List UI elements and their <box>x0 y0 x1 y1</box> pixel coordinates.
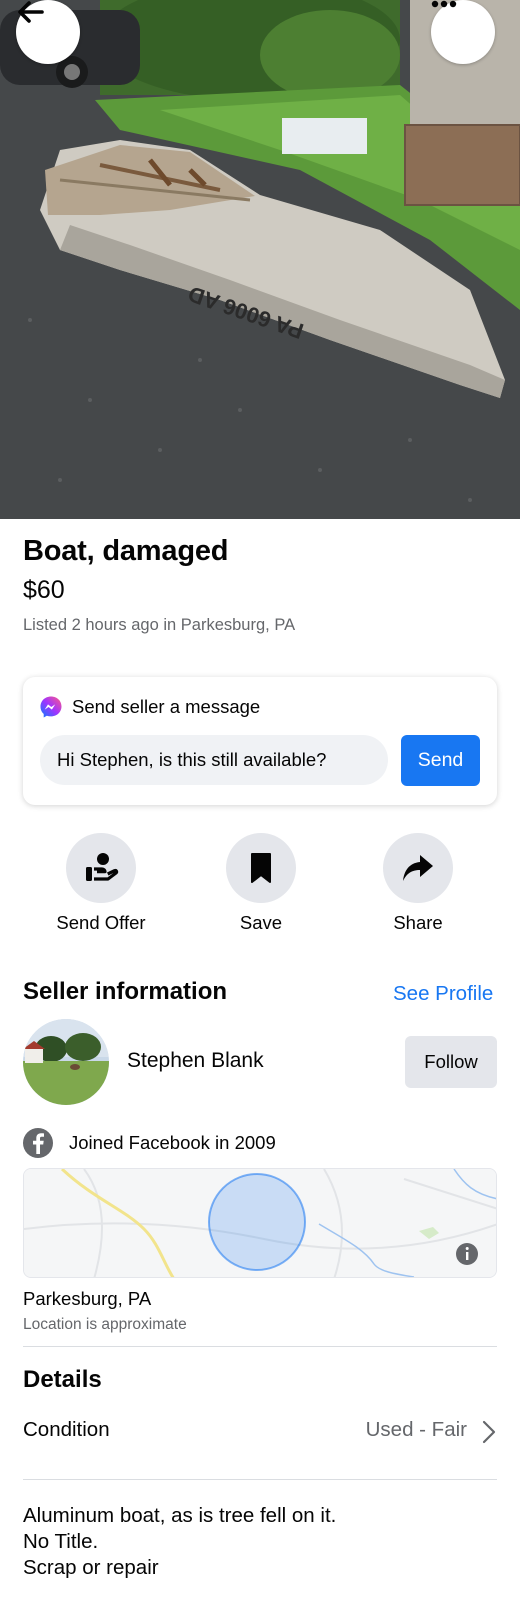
more-options-button[interactable] <box>431 0 495 64</box>
facebook-icon <box>23 1128 53 1158</box>
listed-info: Listed 2 hours ago in Parkesburg, PA <box>23 616 296 634</box>
save-label: Save <box>239 912 283 933</box>
send-button[interactable]: Send <box>401 735 480 786</box>
share-arrow-icon <box>403 855 433 881</box>
offer-hand-icon <box>86 853 119 881</box>
back-button[interactable] <box>16 0 80 64</box>
details-section-title: Details <box>23 1366 102 1393</box>
condition-label: Condition <box>23 1418 110 1441</box>
message-seller-card: Send seller a message Send <box>23 677 497 805</box>
joined-facebook-text: Joined Facebook in 2009 <box>69 1132 276 1153</box>
messenger-icon <box>40 696 62 718</box>
description-line: Aluminum boat, as is tree fell on it. <box>23 1504 337 1527</box>
chevron-right-icon <box>482 1420 496 1444</box>
listing-price: $60 <box>23 576 65 604</box>
send-offer-action[interactable]: Send Offer <box>31 833 171 934</box>
share-button[interactable] <box>383 833 453 903</box>
follow-button[interactable]: Follow <box>405 1036 497 1088</box>
send-offer-label: Send Offer <box>56 912 146 933</box>
condition-row[interactable]: Condition Used - Fair <box>23 1414 497 1450</box>
bookmark-icon <box>251 853 271 883</box>
description-line: No Title. <box>23 1530 99 1553</box>
location-map[interactable] <box>23 1168 497 1278</box>
description-line: Scrap or repair <box>23 1556 159 1579</box>
message-card-header: Send seller a message <box>39 695 260 719</box>
joined-facebook-row: Joined Facebook in 2009 <box>23 1128 276 1158</box>
message-card-heading: Send seller a message <box>72 696 261 717</box>
boat-photo-illustration: PA 6006 AD <box>0 0 520 519</box>
condition-value: Used - Fair <box>365 1418 467 1441</box>
share-action[interactable]: Share <box>348 833 488 934</box>
location-name: Parkesburg, PA <box>23 1288 152 1309</box>
send-offer-button[interactable] <box>66 833 136 903</box>
share-label: Share <box>393 912 443 933</box>
map-graphic <box>24 1169 496 1277</box>
location-note: Location is approximate <box>23 1316 187 1333</box>
seller-avatar[interactable] <box>23 1019 109 1105</box>
seller-section-title: Seller information <box>23 978 228 1005</box>
divider <box>23 1479 497 1480</box>
avatar-image <box>23 1019 109 1105</box>
save-action[interactable]: Save <box>191 833 331 934</box>
listing-title: Boat, damaged <box>23 535 229 567</box>
divider <box>23 1346 497 1347</box>
message-input[interactable] <box>40 735 388 785</box>
listing-photo[interactable]: PA 6006 AD <box>0 0 520 519</box>
save-button[interactable] <box>226 833 296 903</box>
seller-name[interactable]: Stephen Blank <box>127 1049 264 1073</box>
see-profile-link[interactable]: See Profile <box>393 982 493 1006</box>
arrow-left-icon <box>18 1 44 23</box>
listing-description: Aluminum boat, as is tree fell on it. No… <box>23 1503 336 1581</box>
more-horizontal-icon <box>431 0 457 8</box>
